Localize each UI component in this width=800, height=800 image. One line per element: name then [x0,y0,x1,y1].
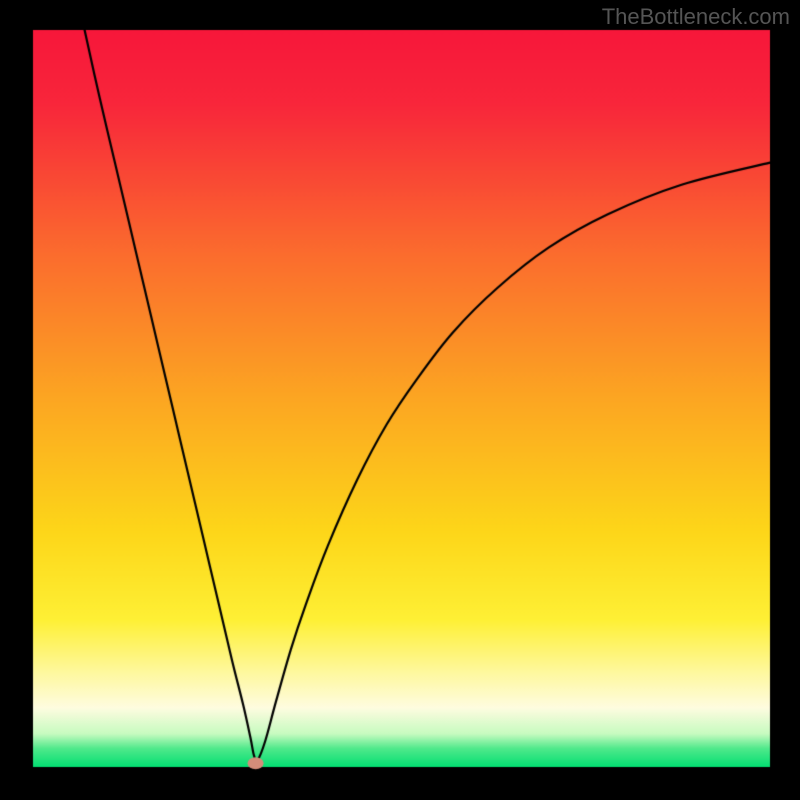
chart-container: TheBottleneck.com [0,0,800,800]
bottleneck-chart [0,0,800,800]
watermark-text: TheBottleneck.com [602,4,790,30]
